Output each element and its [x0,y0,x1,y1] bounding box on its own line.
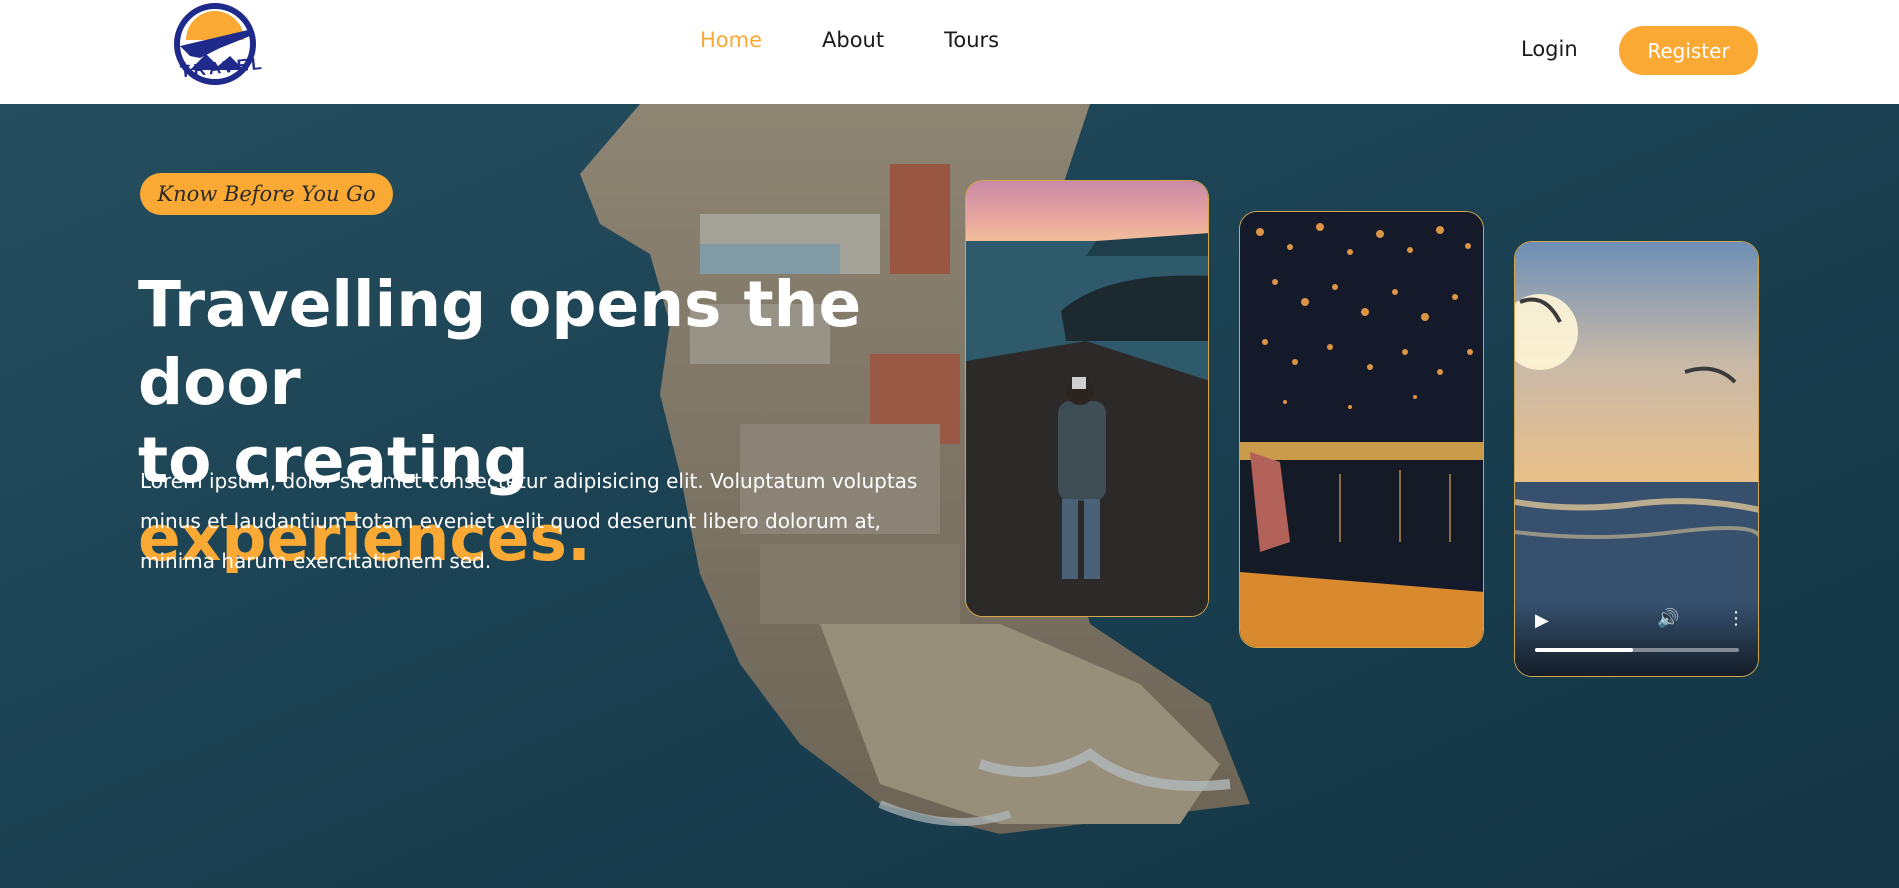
video-progress-fill [1535,648,1633,652]
login-link[interactable]: Login [1521,37,1578,61]
hero-description: Lorem ipsum, dolor sit amet consectetur … [140,469,918,573]
site-header: TRAVEL Home About Tours Login Register [0,0,1899,104]
traveler-cliff-image [966,181,1208,616]
volume-icon[interactable]: 🔊 [1657,608,1679,629]
photo-card-lanterns[interactable] [1239,211,1484,648]
video-progress-bar[interactable] [1535,648,1739,652]
video-card-sunset[interactable]: ▶ 🔊 ⋮ [1514,241,1759,677]
video-controls [1515,602,1758,676]
play-icon[interactable]: ▶ [1535,610,1549,631]
nav-tours[interactable]: Tours [944,28,999,52]
headline-line-1: Travelling opens the door [138,268,862,419]
main-nav: Home About Tours [700,28,1059,52]
travel-logo[interactable] [160,0,270,96]
nav-home[interactable]: Home [700,28,762,52]
tagline-badge: Know Before You Go [140,173,393,215]
hero-section: Know Before You Go Travelling opens the … [0,104,1899,888]
lantern-festival-image [1240,212,1483,647]
photo-card-traveler[interactable] [965,180,1209,617]
nav-about[interactable]: About [822,28,884,52]
register-button[interactable]: Register [1619,26,1758,75]
more-vertical-icon[interactable]: ⋮ [1727,608,1745,629]
